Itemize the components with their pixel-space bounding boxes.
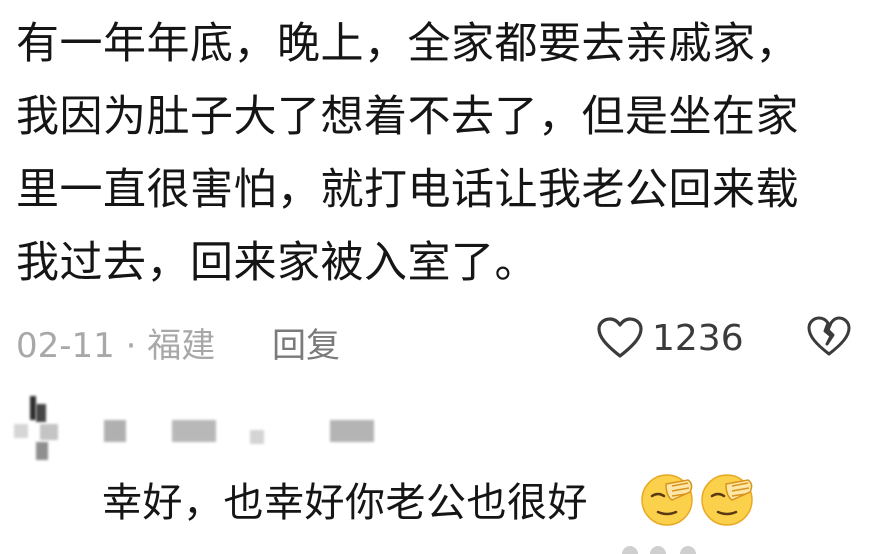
avatar[interactable] (14, 396, 76, 462)
comment-line-4: 我过去，回来家被入室了。 (16, 238, 538, 288)
broken-heart-icon[interactable] (806, 316, 852, 358)
comment-line-3: 里一直很害怕，就打电话让我老公回来载 (16, 165, 799, 215)
heart-icon (597, 317, 643, 358)
comment-line-1: 有一年年底，晚上，全家都要去亲戚家， (16, 19, 799, 69)
comment-text: 有一年年底，晚上，全家都要去亲戚家， 我因为肚子大了想着不去了，但是坐在家 里一… (16, 8, 866, 300)
comment-screenshot: 有一年年底，晚上，全家都要去亲戚家， 我因为肚子大了想着不去了，但是坐在家 里一… (0, 0, 881, 554)
partial-icons-row (622, 546, 696, 554)
facepalm-emoji-icon (641, 474, 693, 526)
comment-meta-row: 02-11 · 福建 回复 1236 (16, 314, 866, 366)
facepalm-emoji-icon (701, 474, 753, 526)
reply-text: 幸好，也幸好你老公也很好 (102, 480, 588, 526)
comment-date-location: 02-11 · 福建 (16, 326, 216, 366)
comment-line-2: 我因为肚子大了想着不去了，但是坐在家 (16, 92, 799, 142)
reply-button[interactable]: 回复 (272, 318, 340, 367)
like-count: 1236 (652, 318, 744, 359)
